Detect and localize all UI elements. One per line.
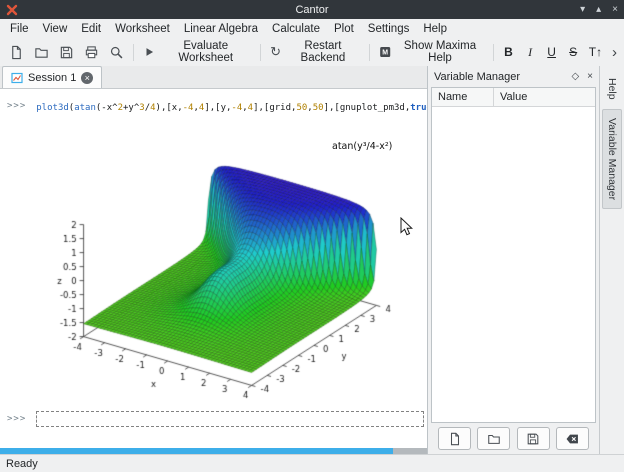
variable-table: Name Value [431, 87, 596, 423]
strikethrough-label: S [569, 45, 577, 59]
variable-manager-panel: Variable Manager ◇ × Name Value [428, 66, 599, 454]
chevron-right-icon: › [612, 44, 617, 61]
new-document-icon [448, 432, 462, 446]
superscript-label: T↑ [589, 45, 602, 59]
variable-manager-title: Variable Manager [434, 71, 563, 83]
app-icon [6, 4, 18, 16]
restart-backend-label: Restart Backend [286, 40, 360, 64]
evaluate-worksheet-button[interactable]: Evaluate Worksheet [139, 37, 255, 67]
tab-bar: Session 1 × [0, 66, 427, 89]
titlebar[interactable]: Cantor ▾ ▴ × [0, 0, 624, 19]
main-area: Session 1 × >>> plot3d(atan(-x^2+y^3/4),… [0, 66, 624, 454]
column-header-value[interactable]: Value [494, 88, 595, 106]
worksheet[interactable]: >>> plot3d(atan(-x^2+y^3/4),[x,-4,4],[y,… [0, 89, 427, 448]
save-variables-button[interactable] [517, 427, 550, 450]
restart-icon: ↻ [270, 45, 281, 59]
evaluate-worksheet-label: Evaluate Worksheet [160, 40, 251, 64]
clear-variables-button[interactable] [556, 427, 589, 450]
restart-backend-button[interactable]: ↻ Restart Backend [266, 37, 364, 67]
minimize-button[interactable]: ▾ [580, 0, 585, 19]
menu-item-calculate[interactable]: Calculate [265, 21, 327, 37]
toolbar-separator [133, 44, 134, 61]
save-icon [59, 45, 74, 60]
plot-title: atan(y³/4-x²) [332, 141, 392, 152]
bold-label: B [504, 45, 513, 59]
toolbar-overflow-button[interactable]: › [608, 41, 619, 64]
side-tab-help[interactable]: Help [602, 69, 622, 109]
show-maxima-help-label: Show Maxima Help [396, 40, 484, 64]
load-variables-button[interactable] [477, 427, 510, 450]
menu-item-file[interactable]: File [3, 21, 36, 37]
svg-text:M: M [382, 50, 388, 57]
plot-result: atan(y³/4-x²) [20, 105, 424, 407]
variable-manager-toolbar [428, 423, 599, 454]
print-button[interactable] [80, 42, 103, 63]
side-tab-strip: Help Variable Manager [599, 66, 624, 454]
folder-icon [487, 432, 501, 446]
menu-item-settings[interactable]: Settings [361, 21, 417, 37]
print-icon [84, 45, 99, 60]
menu-item-worksheet[interactable]: Worksheet [108, 21, 177, 37]
find-button[interactable] [105, 42, 128, 63]
maxima-help-icon: M [379, 45, 391, 59]
mouse-cursor [400, 217, 413, 236]
variable-table-body [432, 107, 595, 422]
menubar: FileViewEditWorksheetLinear AlgebraCalcu… [0, 19, 624, 38]
clear-icon [565, 432, 580, 446]
toolbar-separator [369, 44, 370, 61]
open-button[interactable] [30, 42, 53, 63]
menu-item-view[interactable]: View [36, 21, 75, 37]
run-icon [143, 45, 155, 59]
menu-item-edit[interactable]: Edit [74, 21, 108, 37]
status-text: Ready [6, 458, 38, 470]
window-controls: ▾ ▴ × [580, 0, 618, 19]
variable-manager-header[interactable]: Variable Manager ◇ × [428, 66, 599, 87]
underline-button[interactable]: U [542, 42, 562, 62]
entry-prompt: >>> [7, 414, 26, 424]
empty-command-row[interactable]: >>> [7, 411, 424, 427]
save-button[interactable] [55, 42, 78, 63]
save-icon [526, 432, 540, 446]
new-variable-button[interactable] [438, 427, 471, 450]
toolbar-separator [260, 44, 261, 61]
menu-item-plot[interactable]: Plot [327, 21, 361, 37]
superscript-button[interactable]: T↑ [585, 42, 606, 62]
new-worksheet-button[interactable] [5, 42, 28, 63]
tab-session-1[interactable]: Session 1 × [2, 66, 102, 88]
float-panel-icon[interactable]: ◇ [571, 66, 579, 87]
search-icon [109, 45, 124, 60]
toolbar-separator [493, 44, 494, 61]
italic-button[interactable]: I [520, 42, 540, 63]
show-maxima-help-button[interactable]: M Show Maxima Help [375, 37, 488, 67]
column-header-name[interactable]: Name [432, 88, 494, 106]
tab-close-icon[interactable]: × [81, 72, 93, 84]
italic-label: I [528, 45, 532, 60]
session-icon [11, 72, 23, 84]
menu-item-help[interactable]: Help [416, 21, 454, 37]
underline-label: U [547, 45, 556, 59]
close-button[interactable]: × [612, 0, 618, 19]
strikethrough-button[interactable]: S [563, 42, 583, 62]
window-title: Cantor [0, 4, 624, 16]
tab-session-label: Session 1 [28, 72, 76, 84]
toolbar: Evaluate Worksheet ↻ Restart Backend M S… [0, 38, 624, 66]
status-bar: Ready [0, 454, 624, 472]
side-tab-variable-manager[interactable]: Variable Manager [602, 109, 622, 209]
worksheet-pane: Session 1 × >>> plot3d(atan(-x^2+y^3/4),… [0, 66, 428, 454]
folder-icon [34, 45, 49, 60]
cantor-window: Cantor ▾ ▴ × FileViewEditWorksheetLinear… [0, 0, 624, 472]
new-document-icon [9, 45, 24, 60]
bold-button[interactable]: B [499, 42, 519, 62]
menu-item-linear-algebra[interactable]: Linear Algebra [177, 21, 265, 37]
variable-table-header: Name Value [432, 88, 595, 107]
maximize-button[interactable]: ▴ [596, 0, 601, 19]
close-panel-icon[interactable]: × [587, 66, 593, 87]
command-entry[interactable] [36, 411, 424, 427]
